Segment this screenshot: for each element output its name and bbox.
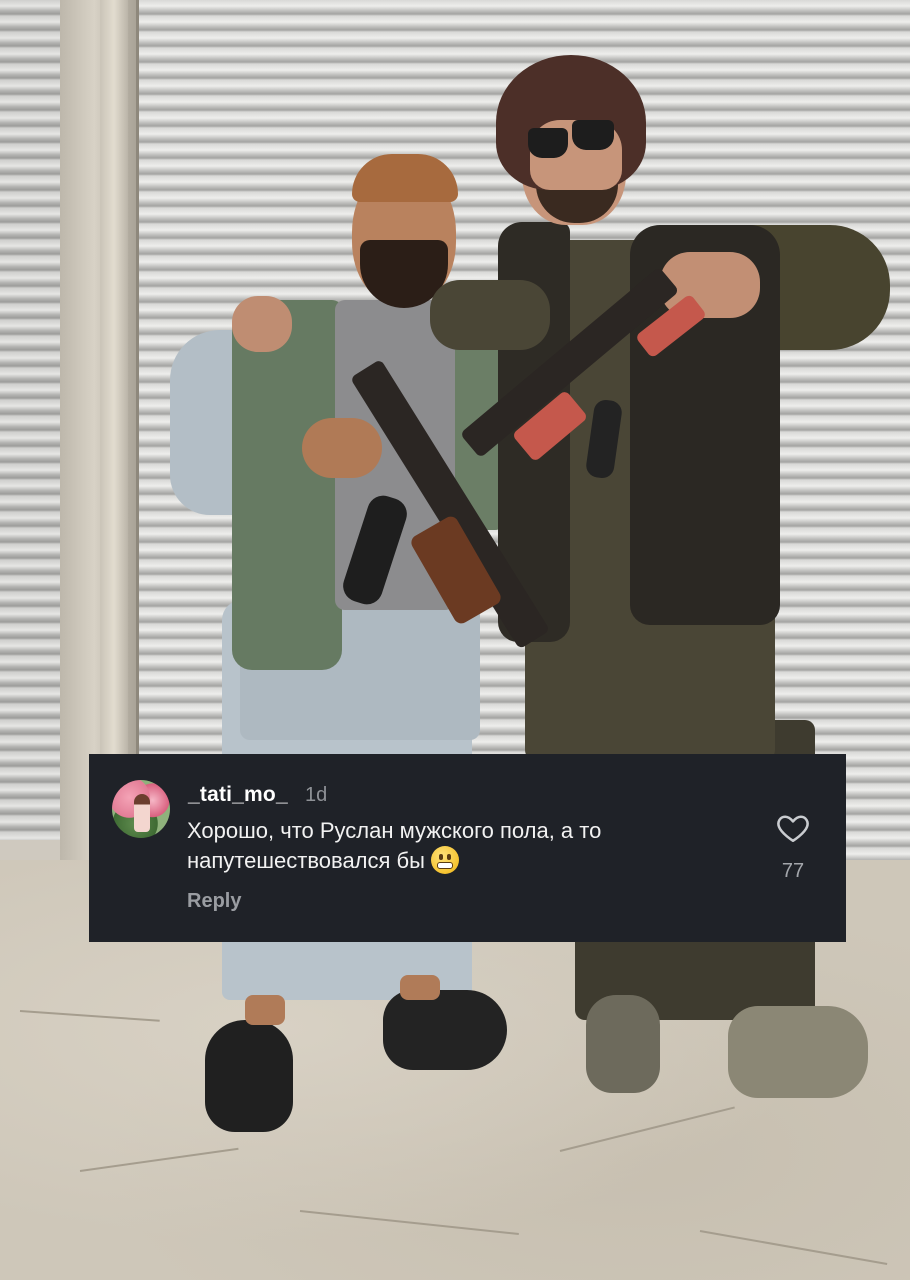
comment-card: _tati_mo_ 1d Хорошо, что Руслан мужского… xyxy=(89,754,846,942)
like-count: 77 xyxy=(781,860,805,882)
heart-outline-icon[interactable] xyxy=(775,810,811,846)
comment-line-1: Хорошо, что Руслан мужского пола, а то xyxy=(187,818,602,843)
comment-username[interactable]: _tati_mo_ xyxy=(188,783,288,807)
left-shutter xyxy=(0,0,62,840)
user-avatar[interactable] xyxy=(112,780,170,838)
reply-button[interactable]: Reply xyxy=(187,890,241,913)
comment-body: Хорошо, что Руслан мужского пола, а то н… xyxy=(187,816,747,876)
background-photo xyxy=(0,0,910,1280)
comment-timestamp: 1d xyxy=(305,784,328,806)
wooden-post xyxy=(60,0,139,860)
grimacing-face-icon xyxy=(430,846,459,874)
comment-line-2: напутешествовался бы xyxy=(187,846,747,876)
